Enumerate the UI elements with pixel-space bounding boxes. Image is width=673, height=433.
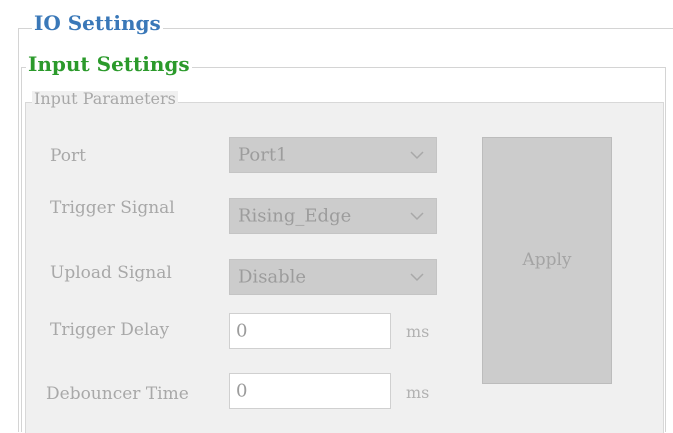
input-parameters-title: Input Parameters [32, 89, 178, 108]
io-settings-frame-left [18, 28, 19, 432]
chevron-down-icon [410, 273, 424, 282]
apply-button[interactable]: Apply [482, 137, 612, 384]
trigger-delay-input[interactable]: 0 [229, 313, 391, 349]
chevron-down-icon [410, 212, 424, 221]
port-select-value: Port1 [238, 144, 288, 166]
trigger-delay-unit: ms [406, 322, 430, 341]
trigger-signal-select-value: Rising_Edge [238, 205, 352, 227]
debouncer-time-input[interactable]: 0 [229, 373, 391, 409]
upload-signal-select[interactable]: Disable [229, 259, 437, 295]
apply-button-label: Apply [522, 250, 572, 270]
trigger-delay-label: Trigger Delay [50, 320, 170, 340]
input-settings-frame-left [21, 67, 22, 432]
upload-signal-select-value: Disable [238, 266, 307, 288]
port-label: Port [50, 146, 86, 166]
debouncer-time-label: Debouncer Time [46, 384, 189, 404]
trigger-delay-value: 0 [236, 320, 248, 342]
port-select[interactable]: Port1 [229, 137, 437, 173]
debouncer-time-unit: ms [406, 383, 430, 402]
trigger-signal-select[interactable]: Rising_Edge [229, 198, 437, 234]
debouncer-time-value: 0 [236, 380, 248, 402]
chevron-down-icon [410, 151, 424, 160]
trigger-signal-label: Trigger Signal [50, 198, 175, 218]
input-settings-title: Input Settings [26, 52, 192, 76]
io-settings-title: IO Settings [32, 11, 163, 35]
input-settings-frame-right [665, 67, 666, 432]
upload-signal-label: Upload Signal [50, 263, 172, 283]
